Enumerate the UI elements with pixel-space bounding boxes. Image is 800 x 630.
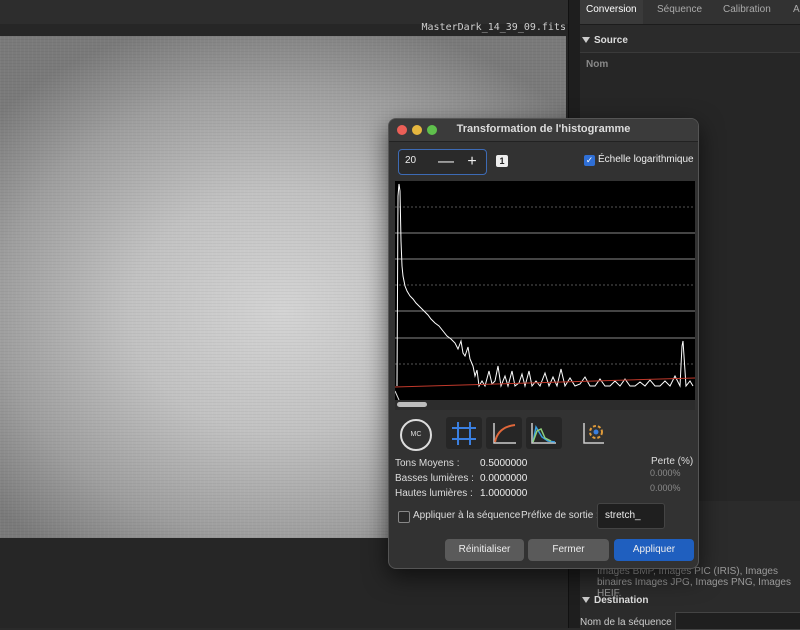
histogram-scrollbar[interactable]	[395, 400, 695, 410]
shadow-clip-marker[interactable]	[394, 390, 400, 401]
tab-calibration[interactable]: Calibration	[723, 0, 771, 24]
dialog-title: Transformation de l'histogramme	[456, 123, 631, 135]
highlights-label: Hautes lumières :	[395, 488, 473, 499]
output-prefix-value[interactable]: stretch_	[605, 510, 641, 521]
destination-section-header[interactable]: Destination	[582, 595, 648, 606]
histogram-transformation-dialog: Transformation de l'histogramme 20 — + 1…	[388, 118, 699, 569]
source-section-header[interactable]: Source	[582, 35, 628, 46]
highlights-value[interactable]: 1.0000000	[480, 488, 527, 499]
zoom-decrement-button[interactable]: —	[435, 151, 457, 173]
output-prefix-label: Préfixe de sortie :	[521, 510, 599, 521]
sequence-name-label: Nom de la séquence :	[580, 617, 678, 628]
histogram-plot[interactable]	[394, 181, 696, 401]
grid-toggle-button[interactable]	[446, 417, 482, 449]
destination-label: Destination	[594, 595, 649, 606]
tab-conversion[interactable]: Conversion	[580, 0, 643, 24]
output-prefix-input[interactable]: stretch_	[597, 503, 665, 529]
histogram-settings-button[interactable]	[580, 419, 608, 447]
histogram-icon	[531, 423, 556, 444]
zoom-increment-button[interactable]: +	[461, 151, 483, 173]
reset-button[interactable]: Réinitialiser	[445, 539, 524, 561]
viewer-toolbar	[0, 0, 568, 24]
tab-sequence[interactable]: Séquence	[657, 0, 702, 24]
curve-icon	[493, 423, 516, 444]
column-header-nom[interactable]: Nom	[586, 59, 608, 70]
chevron-down-icon	[582, 37, 590, 44]
midtones-label: Tons Moyens :	[395, 458, 460, 469]
image-filename: MasterDark_14_39_09.fits	[421, 22, 567, 33]
shadows-value[interactable]: 0.0000000	[480, 473, 527, 484]
apply-to-sequence-label[interactable]: Appliquer à la séquence	[413, 510, 520, 521]
log-scale-checkbox[interactable]: ✓	[584, 155, 595, 166]
source-label: Source	[594, 35, 628, 46]
sequence-name-input[interactable]	[675, 612, 800, 630]
shadows-label: Basses lumières :	[395, 473, 474, 484]
close-button[interactable]: Fermer	[528, 539, 609, 561]
histogram-grid	[395, 206, 695, 365]
curve-toggle-button[interactable]	[486, 417, 522, 449]
highlights-loss-value: 0.000%	[650, 483, 681, 493]
tab-bar: Conversion Séquence Calibration A	[580, 0, 800, 25]
log-scale-label[interactable]: Échelle logarithmique	[598, 154, 694, 165]
shadows-loss-value: 0.000%	[650, 468, 681, 478]
apply-button[interactable]: Appliquer	[614, 539, 694, 561]
histogram-scroll-thumb[interactable]	[397, 402, 427, 407]
auto-stretch-mc-button[interactable]: MC	[400, 419, 432, 451]
loss-percent-header: Perte (%)	[651, 456, 694, 467]
grid-icon	[452, 422, 476, 445]
dialog-titlebar[interactable]: Transformation de l'histogramme	[389, 119, 698, 142]
zoom-reset-badge[interactable]: 1	[496, 155, 508, 167]
histogram-graph	[394, 183, 696, 401]
histogram-display-toggle-button[interactable]	[526, 417, 562, 449]
tab-more[interactable]: A	[793, 0, 800, 24]
apply-to-sequence-checkbox[interactable]	[398, 511, 410, 523]
transfer-curve	[394, 377, 696, 388]
zoom-value[interactable]: 20	[405, 155, 416, 166]
chevron-down-icon	[582, 597, 590, 604]
midtones-value[interactable]: 0.5000000	[480, 458, 527, 469]
zoom-spinbox[interactable]: 20 — +	[398, 149, 487, 175]
graph-gear-icon	[583, 423, 604, 444]
